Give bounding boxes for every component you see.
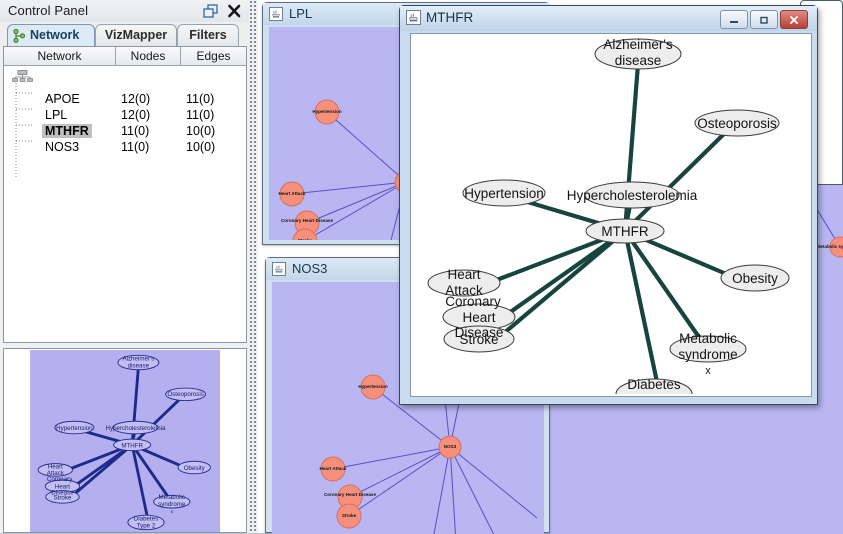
maximize-icon: [751, 11, 777, 28]
nos3-node-label: Hypertension: [358, 384, 388, 389]
control-panel-header: Control Panel: [0, 0, 249, 22]
table-row[interactable]: APOE 12(0) 11(0): [4, 92, 246, 108]
label-hypertension: Hypertension: [464, 186, 544, 201]
table-row[interactable]: NOS3 11(0) 10(0): [4, 140, 246, 156]
control-panel[interactable]: Control Panel Network VizMapper Filters …: [0, 0, 250, 533]
edge-mthfr-stroke: [500, 228, 628, 337]
close-icon[interactable]: [227, 3, 242, 19]
label-diabetes-line1: Diabetes: [627, 377, 681, 392]
lpl-node-label: Hypertension: [312, 109, 342, 114]
minimize-button[interactable]: [720, 10, 748, 29]
control-panel-title: Control Panel: [8, 3, 89, 18]
row-node-count: 11(0): [121, 140, 150, 154]
svg-text:Alzheimer's: Alzheimer's: [122, 356, 154, 363]
label-alzheimers-line1: Alzheimer's: [603, 37, 673, 52]
network-overview-panel[interactable]: Alzheimer's disease Osteoporosis Hyperch…: [3, 348, 247, 533]
lpl-node-label: Stroke: [298, 238, 313, 240]
mthfr-network-window[interactable]: MTHFR Alzheimer's disease Osteoporosis H…: [399, 5, 818, 405]
java-cup-icon: [406, 10, 421, 25]
svg-text:Heart: Heart: [48, 463, 63, 470]
lpl-node-label: Coronary Heart Disease: [281, 218, 334, 223]
svg-text:Obesity: Obesity: [184, 465, 206, 472]
lpl-window-title: LPL: [289, 6, 313, 21]
svg-text:x: x: [171, 510, 174, 515]
svg-text:Coronary: Coronary: [47, 476, 73, 483]
close-button[interactable]: [780, 10, 808, 29]
tab-network[interactable]: Network: [7, 24, 95, 46]
label-metabolic-line1: Metabolic: [679, 331, 737, 346]
network-list-panel[interactable]: Network Nodes Edges APOE 12(0) 11(0) LPL…: [3, 46, 247, 343]
tab-vizmapper-label: VizMapper: [104, 28, 168, 42]
svg-text:Hypercholesterolemia: Hypercholesterolemia: [106, 425, 166, 432]
overview-graph: Alzheimer's disease Osteoporosis Hyperch…: [37, 354, 211, 531]
undock-icon[interactable]: [203, 4, 219, 19]
svg-text:syndrome: syndrome: [158, 501, 186, 508]
label-coronary-line2: Heart: [462, 310, 495, 325]
label-hypercholesterolemia: Hypercholesterolemia: [567, 188, 698, 203]
java-cup-icon: [269, 7, 283, 21]
edge-mthfr-osteoporosis: [622, 126, 732, 234]
row-edge-count: 11(0): [186, 92, 215, 106]
mthfr-network-graph: Alzheimer's disease Osteoporosis Hyperch…: [427, 37, 790, 394]
bg-node-label: Metabolic syndrome x: [817, 244, 843, 249]
table-row[interactable]: LPL 12(0) 11(0): [4, 108, 246, 124]
svg-text:disease: disease: [128, 362, 150, 369]
tab-network-label: Network: [30, 28, 80, 42]
svg-text:Osteoporosis: Osteoporosis: [167, 391, 203, 398]
nos3-node-label: Heart Attack: [320, 466, 347, 471]
network-tree-icon: [13, 29, 26, 43]
svg-text:Type 2: Type 2: [137, 523, 156, 530]
svg-text:Metabolic: Metabolic: [159, 494, 186, 501]
control-panel-tabs[interactable]: Network VizMapper Filters: [0, 23, 249, 47]
nos3-window-title: NOS3: [292, 261, 328, 276]
mthfr-titlebar[interactable]: MTHFR: [400, 6, 817, 31]
table-row-selected[interactable]: MTHFR 11(0) 10(0): [4, 124, 246, 140]
mthfr-window-title: MTHFR: [426, 10, 474, 25]
row-network-name: NOS3: [45, 140, 80, 154]
tab-filters-label: Filters: [189, 28, 227, 42]
minimize-icon: [721, 11, 747, 28]
row-node-count: 12(0): [121, 108, 151, 122]
network-overview-canvas[interactable]: Alzheimer's disease Osteoporosis Hyperch…: [30, 350, 220, 532]
svg-text:Hypertension: Hypertension: [56, 425, 93, 432]
maximize-button[interactable]: [750, 10, 778, 29]
svg-text:MTHFR: MTHFR: [121, 442, 143, 449]
row-edge-count: 10(0): [186, 140, 216, 154]
network-list-header: Network Nodes Edges: [4, 47, 246, 66]
label-mthfr: MTHFR: [601, 224, 648, 239]
row-node-count: 11(0): [121, 124, 150, 138]
row-edge-count: 11(0): [186, 108, 215, 122]
close-icon: [781, 11, 807, 28]
svg-text:Stroke: Stroke: [54, 494, 72, 501]
label-metabolic-line2: syndrome: [678, 347, 737, 362]
label-alzheimers-line2: disease: [615, 53, 662, 68]
mthfr-network-canvas[interactable]: Alzheimer's disease Osteoporosis Hyperch…: [410, 33, 812, 397]
svg-text:Diabetes: Diabetes: [134, 515, 158, 522]
column-header-nodes[interactable]: Nodes: [116, 47, 181, 66]
row-network-name: MTHFR: [42, 124, 92, 138]
row-edge-count: 10(0): [186, 124, 216, 138]
java-cup-icon: [272, 262, 286, 276]
label-heart-attack-line1: Heart: [447, 267, 480, 282]
label-metabolic-line3: x: [705, 365, 711, 377]
tab-filters[interactable]: Filters: [177, 24, 239, 46]
row-network-name: LPL: [45, 108, 68, 122]
label-obesity: Obesity: [732, 271, 778, 286]
panel-splitter[interactable]: [249, 0, 258, 533]
tab-vizmapper[interactable]: VizMapper: [95, 24, 177, 46]
nos3-node-label: Coronary Heart Disease: [324, 492, 377, 497]
splitter-grip-dots: [249, 0, 258, 533]
nos3-node-label: NOS3: [444, 444, 457, 449]
nos3-node-label: Stroke: [342, 513, 357, 518]
label-diabetes-line2: Type 2: [634, 393, 675, 394]
label-osteoporosis: Osteoporosis: [697, 116, 777, 131]
label-stroke: Stroke: [459, 332, 498, 347]
lpl-node-label: Heart Attack: [279, 191, 306, 196]
row-network-name: APOE: [45, 92, 80, 106]
column-header-edges[interactable]: Edges: [181, 47, 246, 66]
row-node-count: 12(0): [121, 92, 151, 106]
column-header-network[interactable]: Network: [4, 47, 116, 66]
graph-node-labels: Alzheimer's disease Osteoporosis Hyperch…: [445, 37, 778, 394]
label-coronary-line1: Coronary: [445, 294, 501, 309]
